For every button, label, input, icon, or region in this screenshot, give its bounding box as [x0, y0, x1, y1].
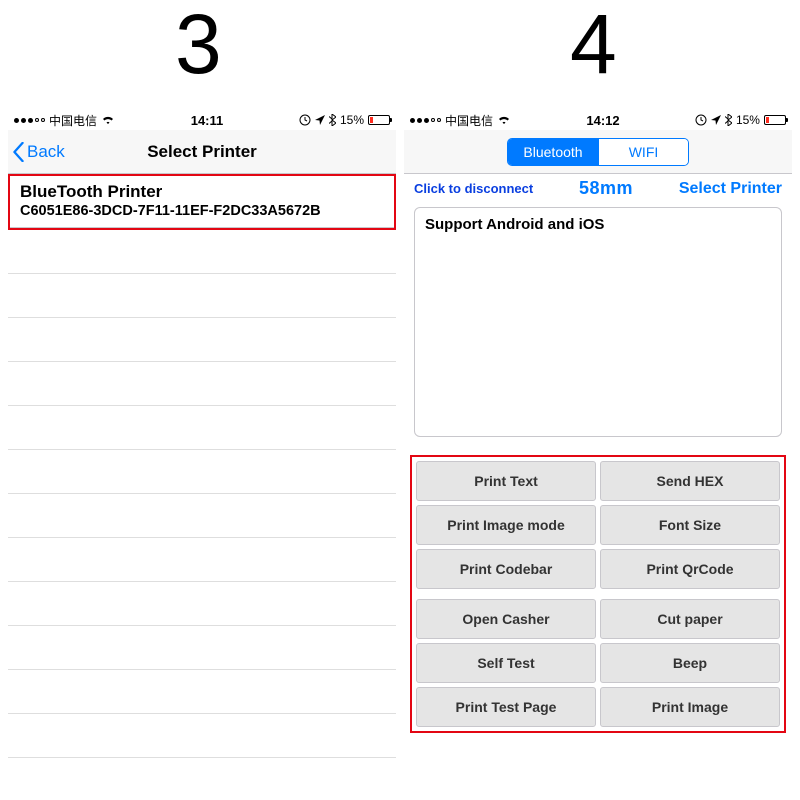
- text-input-card[interactable]: Support Android and iOS: [414, 207, 782, 437]
- signal-dots-icon: [410, 118, 441, 123]
- battery-icon: [368, 115, 390, 125]
- battery-percent: 15%: [736, 113, 760, 127]
- segment-wifi[interactable]: WIFI: [598, 139, 688, 165]
- battery-icon: [764, 115, 786, 125]
- empty-row: [8, 670, 396, 714]
- print-test-page-button[interactable]: Print Test Page: [416, 687, 596, 727]
- print-image-button[interactable]: Print Image: [600, 687, 780, 727]
- printer-uuid: C6051E86-3DCD-7F11-11EF-F2DC33A5672B: [20, 202, 384, 220]
- empty-row: [8, 406, 396, 450]
- empty-row: [8, 230, 396, 274]
- status-bar: 中国电信 14:11: [8, 110, 396, 130]
- signal-dots-icon: [14, 118, 45, 123]
- page-title: Select Printer: [8, 142, 396, 162]
- empty-row: [8, 582, 396, 626]
- carrier-label: 中国电信: [445, 112, 493, 129]
- status-time: 14:12: [586, 113, 619, 128]
- connection-type-toolbar: Bluetooth WIFI: [404, 130, 792, 174]
- empty-row: [8, 626, 396, 670]
- self-test-button[interactable]: Self Test: [416, 643, 596, 683]
- text-input-content: Support Android and iOS: [425, 216, 771, 233]
- paper-size-button[interactable]: 58mm: [579, 178, 633, 199]
- printer-list-item[interactable]: BlueTooth Printer C6051E86-3DCD-7F11-11E…: [10, 176, 394, 228]
- print-text-button[interactable]: Print Text: [416, 461, 596, 501]
- select-printer-link[interactable]: Select Printer: [679, 180, 782, 198]
- orientation-lock-icon: [695, 114, 707, 126]
- printer-name: BlueTooth Printer: [20, 182, 384, 202]
- empty-row: [8, 450, 396, 494]
- location-icon: [315, 115, 325, 125]
- print-qrcode-button[interactable]: Print QrCode: [600, 549, 780, 589]
- highlight-box: BlueTooth Printer C6051E86-3DCD-7F11-11E…: [8, 174, 396, 230]
- highlight-box: Print Text Send HEX Print Image mode Fon…: [410, 455, 786, 733]
- font-size-button[interactable]: Font Size: [600, 505, 780, 545]
- empty-row: [8, 362, 396, 406]
- open-casher-button[interactable]: Open Casher: [416, 599, 596, 639]
- location-icon: [711, 115, 721, 125]
- bluetooth-icon: [329, 114, 336, 126]
- wifi-icon: [497, 115, 511, 125]
- disconnect-link[interactable]: Click to disconnect: [414, 181, 533, 196]
- empty-row: [8, 538, 396, 582]
- nav-bar: Back Select Printer: [8, 130, 396, 174]
- empty-row: [8, 494, 396, 538]
- wifi-icon: [101, 115, 115, 125]
- orientation-lock-icon: [299, 114, 311, 126]
- battery-percent: 15%: [340, 113, 364, 127]
- status-bar: 中国电信 14:12: [404, 110, 792, 130]
- print-codebar-button[interactable]: Print Codebar: [416, 549, 596, 589]
- phone-screen-4: 中国电信 14:12: [404, 110, 792, 790]
- empty-row: [8, 714, 396, 758]
- bluetooth-icon: [725, 114, 732, 126]
- connection-row: Click to disconnect 58mm Select Printer: [404, 174, 792, 201]
- carrier-label: 中国电信: [49, 112, 97, 129]
- status-time: 14:11: [191, 113, 224, 128]
- step-number-4: 4: [570, 0, 617, 93]
- send-hex-button[interactable]: Send HEX: [600, 461, 780, 501]
- step-number-3: 3: [175, 0, 222, 93]
- empty-row: [8, 274, 396, 318]
- beep-button[interactable]: Beep: [600, 643, 780, 683]
- cut-paper-button[interactable]: Cut paper: [600, 599, 780, 639]
- phone-screen-3: 中国电信 14:11: [8, 110, 396, 790]
- print-image-mode-button[interactable]: Print Image mode: [416, 505, 596, 545]
- empty-row: [8, 318, 396, 362]
- connection-segmented-control: Bluetooth WIFI: [507, 138, 689, 166]
- segment-bluetooth[interactable]: Bluetooth: [508, 139, 598, 165]
